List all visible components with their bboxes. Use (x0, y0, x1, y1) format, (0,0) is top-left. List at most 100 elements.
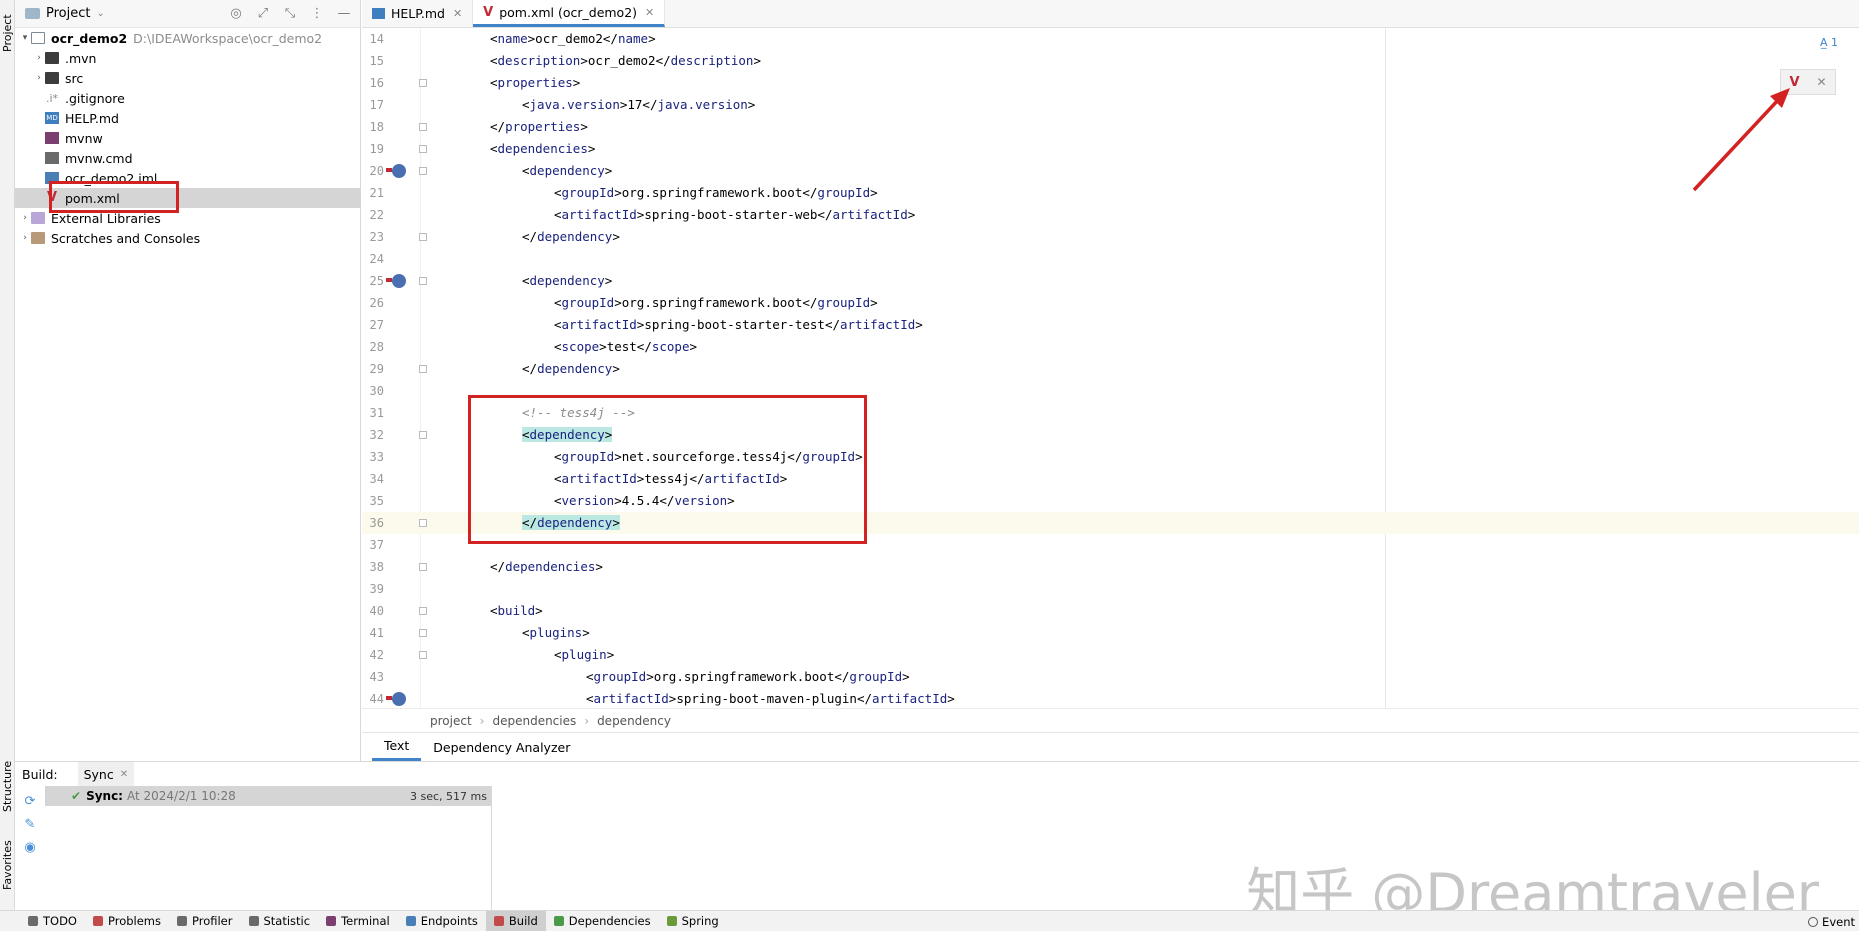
status-tab-endpoints[interactable]: Endpoints (398, 911, 486, 931)
folder-icon (45, 52, 59, 64)
code-line[interactable]: 20 <dependency> (362, 160, 1859, 182)
status-tab-dependencies[interactable]: Dependencies (546, 911, 659, 931)
fold-marker-icon[interactable] (419, 277, 427, 285)
code-line[interactable]: 15 <description>ocr_demo2</description> (362, 50, 1859, 72)
code-line[interactable]: 27 <artifactId>spring-boot-starter-test</… (362, 314, 1859, 336)
pin-icon[interactable]: ✎ (25, 817, 36, 832)
fold-marker-icon[interactable] (419, 145, 427, 153)
chevron-right-icon[interactable]: › (19, 213, 31, 223)
line-number: 21 (369, 186, 384, 200)
fold-marker-icon[interactable] (419, 233, 427, 241)
code-line[interactable]: 25 <dependency> (362, 270, 1859, 292)
maven-dependency-gutter-icon[interactable] (386, 692, 406, 706)
options-menu-icon[interactable]: ⋮ (309, 6, 325, 21)
fold-marker-icon[interactable] (419, 651, 427, 659)
breadcrumb-dependencies[interactable]: dependencies (492, 714, 576, 728)
locate-icon[interactable]: ◎ (228, 6, 244, 21)
line-number: 25 (369, 274, 384, 288)
close-icon[interactable]: ✕ (120, 769, 128, 780)
tree-item-label: HELP.md (65, 110, 119, 126)
code-area[interactable]: 14 <name>ocr_demo2</name> 15 <description>o… (362, 28, 1859, 708)
tab-dependency-analyzer[interactable]: Dependency Analyzer (421, 733, 582, 761)
chevron-right-icon[interactable]: › (33, 73, 45, 83)
chevron-down-icon[interactable]: ▾ (19, 33, 31, 43)
code-line[interactable]: 41 <plugins> (362, 622, 1859, 644)
code-line[interactable]: 14 <name>ocr_demo2</name> (362, 28, 1859, 50)
code-line[interactable]: 22 <artifactId>spring-boot-starter-web</a… (362, 204, 1859, 226)
fold-marker-icon[interactable] (419, 607, 427, 615)
hide-panel-icon[interactable]: — (336, 6, 352, 21)
tree-item[interactable]: › src (15, 68, 361, 88)
fold-marker-icon[interactable] (419, 123, 427, 131)
code-line[interactable]: 18 </properties> (362, 116, 1859, 138)
fold-marker-icon[interactable] (419, 79, 427, 87)
tree-item[interactable]: ▾ ocr_demo2 D:\IDEAWorkspace\ocr_demo2 (15, 28, 361, 48)
code-line[interactable]: 40 <build> (362, 600, 1859, 622)
terminal-icon (326, 916, 337, 926)
markdown-file-icon (372, 8, 385, 19)
close-icon[interactable]: ✕ (645, 6, 654, 19)
line-number: 39 (369, 582, 384, 596)
code-line[interactable]: 24 (362, 248, 1859, 270)
status-tab-statistic[interactable]: Statistic (241, 911, 319, 931)
maven-dependency-gutter-icon[interactable] (386, 164, 406, 178)
eye-icon[interactable]: ◉ (24, 840, 35, 855)
tree-item[interactable]: .i* .gitignore (15, 88, 361, 108)
fold-marker-icon[interactable] (419, 519, 427, 527)
fold-marker-icon[interactable] (419, 167, 427, 175)
chevron-right-icon[interactable]: › (33, 53, 45, 63)
fold-marker-icon[interactable] (419, 431, 427, 439)
build-sync-row[interactable]: ✔ Sync: At 2024/2/1 10:28 3 sec, 517 ms (45, 786, 491, 806)
inspection-icon: A̲ (1820, 36, 1832, 49)
code-line[interactable]: 42 <plugin> (362, 644, 1859, 666)
code-line[interactable]: 19 <dependencies> (362, 138, 1859, 160)
code-line[interactable]: 44 <artifactId>spring-boot-maven-plugin</… (362, 688, 1859, 708)
inspection-widget[interactable]: A̲ 1 (1820, 36, 1838, 49)
refresh-icon[interactable]: ⟳ (25, 794, 36, 809)
fold-marker-icon[interactable] (419, 629, 427, 637)
tab-text[interactable]: Text (372, 733, 422, 761)
tree-item[interactable]: › .mvn (15, 48, 361, 68)
code-line[interactable]: 26 <groupId>org.springframework.boot</gro… (362, 292, 1859, 314)
status-tab-todo[interactable]: TODO (20, 911, 85, 931)
breadcrumb-project[interactable]: project (430, 714, 472, 728)
status-tab-profiler[interactable]: Profiler (169, 911, 241, 931)
tree-item[interactable]: › Scratches and Consoles (15, 228, 361, 248)
code-line[interactable]: 38 </dependencies> (362, 556, 1859, 578)
close-icon[interactable]: ✕ (453, 7, 462, 20)
status-tab-spring[interactable]: Spring (659, 911, 727, 931)
close-icon[interactable]: ✕ (1816, 75, 1826, 89)
tab-sync[interactable]: Sync ✕ (77, 762, 135, 786)
chevron-right-icon[interactable]: › (19, 233, 31, 243)
maven-dependency-gutter-icon[interactable] (386, 274, 406, 288)
code-line[interactable]: 29 </dependency> (362, 358, 1859, 380)
status-tab-problems[interactable]: Problems (85, 911, 169, 931)
build-panel-title: Build: (22, 766, 58, 782)
fold-marker-icon[interactable] (419, 365, 427, 373)
code-line[interactable]: 43 <groupId>org.springframework.boot</gro… (362, 666, 1859, 688)
code-line[interactable]: 21 <groupId>org.springframework.boot</gro… (362, 182, 1859, 204)
tab-pom-xml[interactable]: V pom.xml (ocr_demo2) ✕ (473, 0, 666, 27)
tree-item[interactable]: mvnw.cmd (15, 148, 361, 168)
collapse-all-icon[interactable]: ⤡ (282, 6, 298, 21)
code-text: </dependency> (522, 361, 620, 376)
build-output[interactable]: 知乎 @Dreamtraveler (493, 786, 1859, 925)
chevron-down-icon[interactable]: ⌄ (96, 8, 104, 19)
tab-help-md[interactable]: HELP.md ✕ (362, 0, 474, 27)
event-log-button[interactable]: Event (1808, 911, 1859, 931)
code-line[interactable]: 39 (362, 578, 1859, 600)
tree-item[interactable]: mvnw (15, 128, 361, 148)
expand-all-icon[interactable]: ⤢ (255, 6, 271, 21)
breadcrumb-dependency[interactable]: dependency (597, 714, 671, 728)
sync-tab-label: Sync (83, 766, 114, 782)
code-line[interactable]: 17 <java.version>17</java.version> (362, 94, 1859, 116)
code-line[interactable]: 23 </dependency> (362, 226, 1859, 248)
fold-marker-icon[interactable] (419, 563, 427, 571)
tree-item[interactable]: MD HELP.md (15, 108, 361, 128)
status-tab-terminal[interactable]: Terminal (318, 911, 398, 931)
code-line[interactable]: 28 <scope>test</scope> (362, 336, 1859, 358)
code-line[interactable]: 16 <properties> (362, 72, 1859, 94)
status-tab-build[interactable]: Build (485, 910, 546, 931)
project-panel-title[interactable]: Project (46, 6, 90, 21)
maven-reload-icon[interactable]: V (1789, 75, 1799, 90)
